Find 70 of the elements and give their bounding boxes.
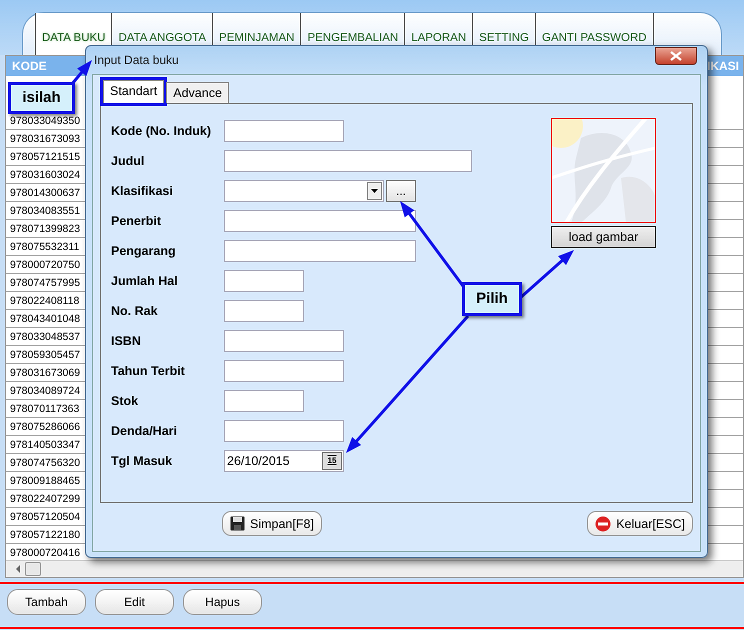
tab[interactable]: Standart — [103, 80, 164, 103]
table-cell: 978022408118 — [10, 294, 80, 306]
table-cell: 978074756320 — [10, 456, 80, 468]
table-cell: 978031673069 — [10, 366, 80, 378]
table-cell: 978059305457 — [10, 348, 80, 360]
table-cell: 978022407299 — [10, 492, 80, 504]
action-button[interactable]: Edit — [95, 589, 174, 615]
table-cell: 978057121515 — [10, 150, 80, 162]
table-cell: 978009188465 — [10, 474, 80, 486]
pointer-arrow — [70, 60, 92, 85]
table-cell: 978033048537 — [10, 330, 80, 342]
table-cell: 978034089724 — [10, 384, 80, 396]
exit-button[interactable]: Keluar[ESC] — [587, 511, 693, 536]
text-field[interactable] — [224, 120, 344, 142]
browse-button[interactable]: ... — [386, 180, 416, 202]
callout-label: isilah — [8, 82, 75, 114]
table-cell: 978043401048 — [10, 312, 80, 324]
field-label: Klasifikasi — [111, 184, 174, 198]
field-label: Stok — [111, 394, 140, 408]
table-cell: 978057120504 — [10, 510, 80, 522]
table-cell: 978057122180 — [10, 528, 80, 540]
load-image-button[interactable]: load gambar — [551, 226, 656, 248]
table-cell: 978074757995 — [10, 276, 80, 288]
window-title: Input Data buku — [94, 53, 179, 67]
table-cell: 978000720750 — [10, 258, 80, 270]
field-label: Judul — [111, 154, 146, 168]
table-cell: 978075532311 — [10, 240, 80, 252]
table-cell: 978033049350 — [10, 114, 80, 126]
field-label: Penerbit — [111, 214, 162, 228]
table-cell: 978034083551 — [10, 204, 80, 216]
field-label: ISBN — [111, 334, 142, 348]
text-field[interactable] — [224, 240, 416, 262]
field-label: Pengarang — [111, 244, 177, 258]
callout-label: Pilih — [462, 282, 522, 316]
close-button[interactable] — [655, 47, 697, 65]
date-field[interactable]: 26/10/2015 15 — [224, 450, 344, 472]
field-label: Tahun Terbit — [111, 364, 186, 378]
field-label: Denda/Hari — [111, 424, 178, 438]
text-field[interactable] — [224, 210, 416, 232]
text-field[interactable] — [224, 390, 304, 412]
text-field[interactable] — [224, 360, 344, 382]
table-cell: 978070117363 — [10, 402, 80, 414]
table-cell: 978075286066 — [10, 420, 80, 432]
menu-tab[interactable]: DATA BUKU — [35, 13, 112, 55]
horizontal-scrollbar[interactable] — [6, 560, 743, 577]
pointer-arrow — [519, 250, 574, 300]
action-button[interactable]: Tambah — [7, 589, 86, 615]
save-button[interactable]: Simpan[F8] — [222, 511, 322, 536]
table-cell: 978014300637 — [10, 186, 80, 198]
dropdown-field[interactable] — [224, 180, 384, 202]
dropdown-arrow-icon — [371, 189, 378, 193]
table-cell: 978071399823 — [10, 222, 80, 234]
stop-icon — [595, 516, 612, 532]
field-label: Kode (No. Induk) — [111, 124, 212, 138]
table-cell: 978000720416 — [10, 546, 80, 558]
text-field[interactable] — [224, 270, 304, 292]
calendar-icon[interactable]: 15 — [322, 452, 342, 470]
tab[interactable]: Advance — [166, 82, 229, 103]
action-button[interactable]: Hapus — [183, 589, 262, 615]
field-label: Jumlah Hal — [111, 274, 179, 288]
text-field[interactable] — [224, 300, 304, 322]
table-cell: 978140503347 — [10, 438, 80, 450]
table-cell: 978031673093 — [10, 132, 80, 144]
close-icon — [670, 51, 682, 61]
text-field[interactable] — [224, 150, 472, 172]
field-label: No. Rak — [111, 304, 159, 318]
text-field[interactable] — [224, 330, 344, 352]
table-cell: 978031603024 — [10, 168, 80, 180]
text-field[interactable] — [224, 420, 344, 442]
field-label: Tgl Masuk — [111, 454, 174, 468]
